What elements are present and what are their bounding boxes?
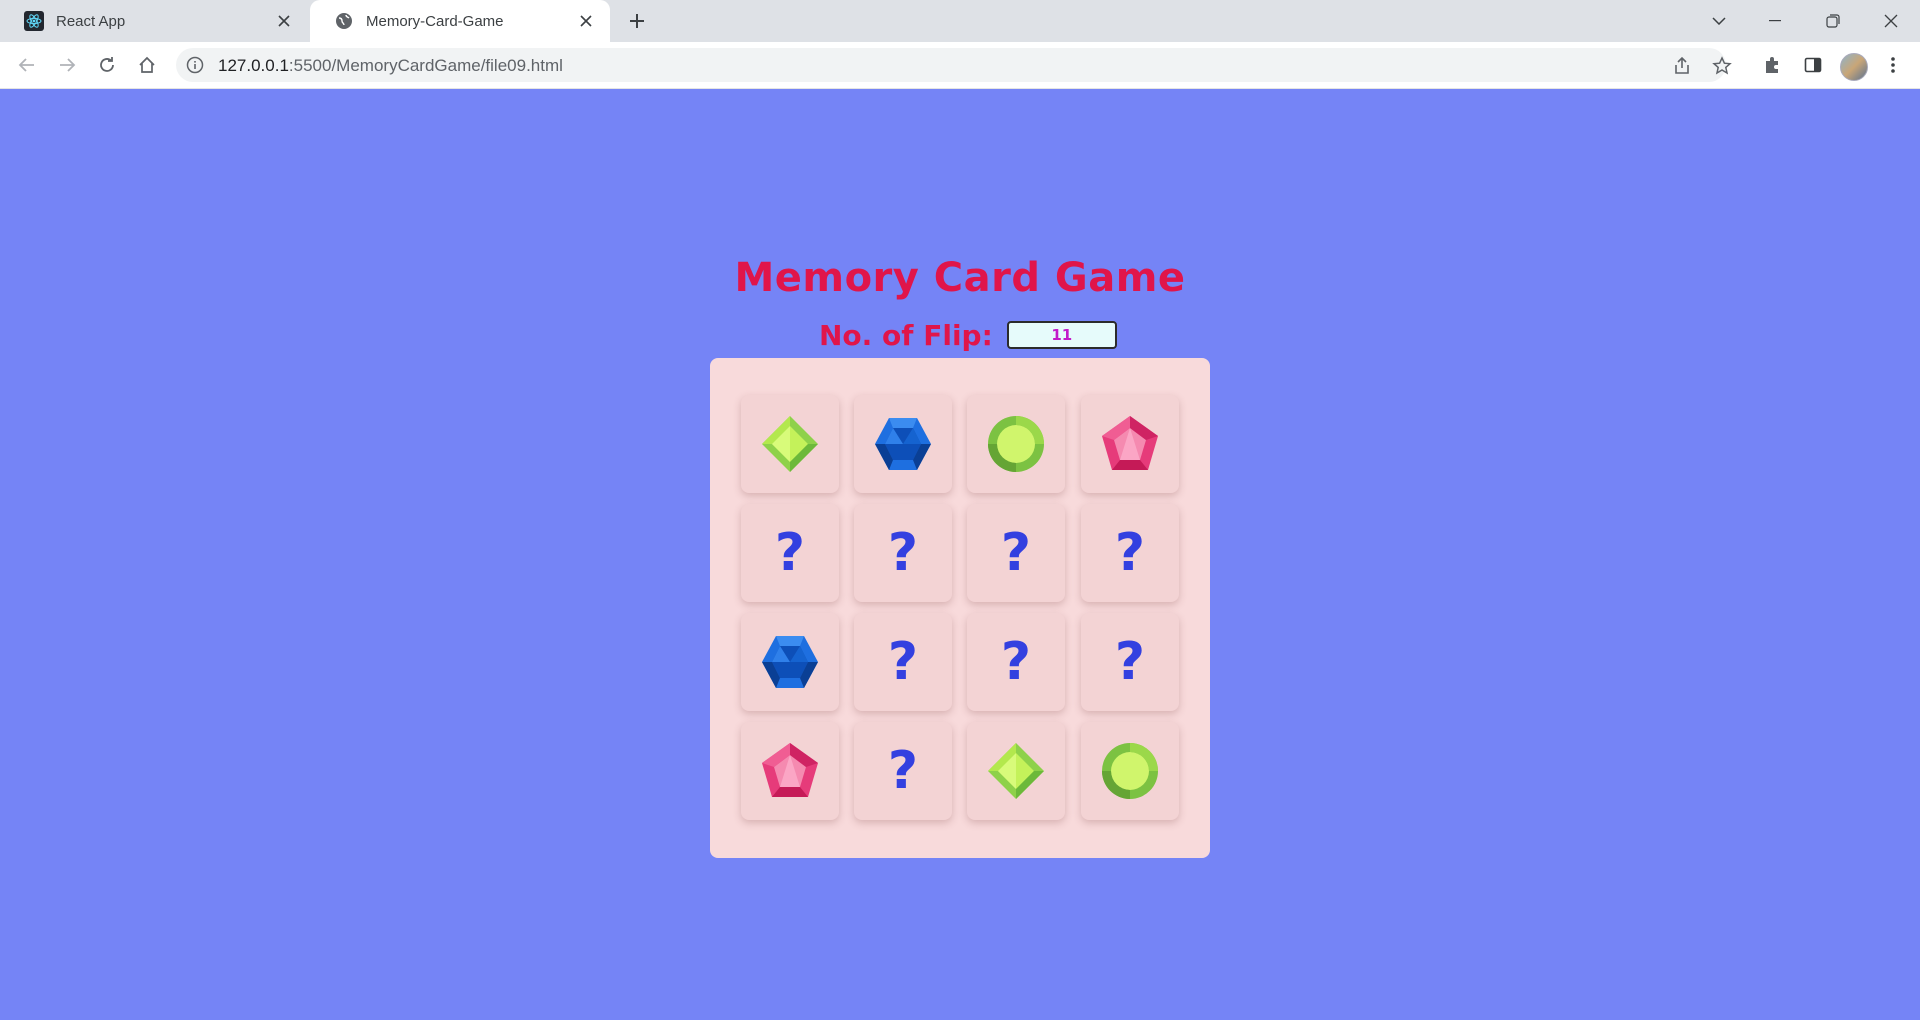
- browser-toolbar: 127.0.0.1:5500/MemoryCardGame/file09.htm…: [0, 42, 1920, 89]
- memory-card[interactable]: [854, 395, 952, 493]
- share-icon[interactable]: [1672, 56, 1692, 76]
- question-mark: ?: [887, 523, 919, 583]
- memory-card[interactable]: [967, 722, 1065, 820]
- memory-card[interactable]: ?: [854, 504, 952, 602]
- close-icon[interactable]: [274, 11, 294, 31]
- lime-round-gem-icon: [1102, 743, 1158, 799]
- home-icon[interactable]: [132, 50, 162, 80]
- profile-avatar[interactable]: [1840, 53, 1868, 81]
- extensions-puzzle-icon[interactable]: [1762, 54, 1784, 76]
- window-close-icon[interactable]: [1868, 6, 1914, 36]
- pink-pentagon-gem-icon: [1102, 416, 1158, 470]
- memory-card[interactable]: ?: [1081, 613, 1179, 711]
- lime-round-gem-icon: [988, 416, 1044, 472]
- url-text: 127.0.0.1:5500/MemoryCardGame/file09.htm…: [218, 56, 563, 76]
- url-host: 127.0.0.1: [218, 56, 289, 75]
- tab-title: React App: [56, 12, 126, 30]
- question-mark: ?: [1000, 632, 1032, 692]
- new-tab-plus-icon[interactable]: [624, 8, 650, 34]
- memory-card[interactable]: [1081, 395, 1179, 493]
- tab-memory-card-game[interactable]: Memory-Card-Game: [310, 0, 610, 42]
- tab-search-chevron-icon[interactable]: [1696, 6, 1742, 36]
- tab-react-app[interactable]: React App: [0, 0, 308, 42]
- memory-card[interactable]: [967, 395, 1065, 493]
- menu-kebab-icon[interactable]: [1882, 54, 1904, 76]
- minimize-icon[interactable]: [1752, 6, 1798, 36]
- memory-card[interactable]: [741, 613, 839, 711]
- back-arrow-icon[interactable]: [12, 50, 42, 80]
- memory-card[interactable]: ?: [1081, 504, 1179, 602]
- question-mark: ?: [1114, 523, 1146, 583]
- site-info-icon[interactable]: [186, 56, 204, 74]
- memory-card[interactable]: [741, 722, 839, 820]
- green-diamond-gem-icon: [762, 416, 818, 472]
- question-mark: ?: [1114, 632, 1146, 692]
- memory-card[interactable]: ?: [967, 613, 1065, 711]
- flip-count-field[interactable]: [1006, 321, 1117, 349]
- question-mark: ?: [887, 632, 919, 692]
- restore-icon[interactable]: [1810, 6, 1856, 36]
- question-mark: ?: [887, 741, 919, 801]
- question-mark: ?: [774, 523, 806, 583]
- reload-icon[interactable]: [92, 50, 122, 80]
- tab-strip: React App Memory-Card-Game: [0, 0, 1920, 42]
- memory-card[interactable]: ?: [741, 504, 839, 602]
- memory-card[interactable]: [1081, 722, 1179, 820]
- side-panel-icon[interactable]: [1802, 54, 1824, 76]
- green-diamond-gem-icon: [988, 743, 1044, 799]
- address-bar[interactable]: 127.0.0.1:5500/MemoryCardGame/file09.htm…: [176, 48, 1732, 82]
- memory-card[interactable]: ?: [854, 722, 952, 820]
- bookmark-star-icon[interactable]: [1712, 56, 1732, 76]
- question-mark: ?: [1000, 523, 1032, 583]
- globe-icon: [334, 11, 354, 31]
- pink-pentagon-gem-icon: [762, 743, 818, 797]
- react-icon: [24, 11, 44, 31]
- flip-counter: No. of Flip:: [819, 318, 1117, 352]
- page-title: Memory Card Game: [734, 255, 1186, 301]
- flip-label: No. of Flip:: [819, 318, 993, 352]
- forward-arrow-icon[interactable]: [52, 50, 82, 80]
- memory-card[interactable]: ?: [854, 613, 952, 711]
- blue-hexagon-gem-icon: [762, 636, 818, 688]
- url-path: :5500/MemoryCardGame/file09.html: [288, 56, 563, 75]
- tab-title: Memory-Card-Game: [366, 12, 504, 30]
- close-icon[interactable]: [576, 11, 596, 31]
- memory-card[interactable]: [741, 395, 839, 493]
- blue-hexagon-gem-icon: [875, 418, 931, 470]
- memory-card[interactable]: ?: [967, 504, 1065, 602]
